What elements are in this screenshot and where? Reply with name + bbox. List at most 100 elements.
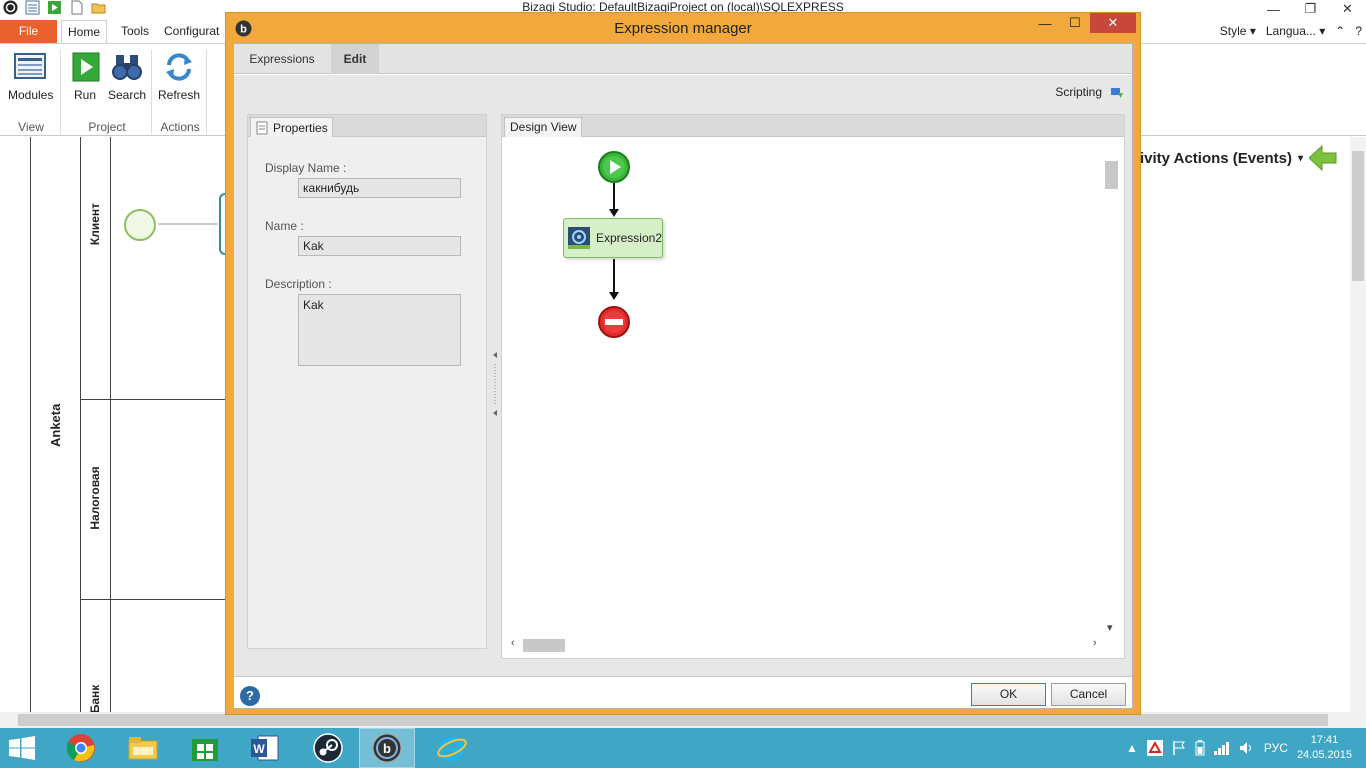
style-menu[interactable]: Style ▾	[1220, 24, 1256, 38]
dialog-close-button[interactable]: ✕	[1090, 13, 1136, 33]
help-icon[interactable]: ?	[1355, 24, 1362, 38]
tab-configuration[interactable]: Configurat	[164, 20, 234, 43]
scrollbar-thumb[interactable]	[18, 714, 1328, 726]
run-button[interactable]: Run	[70, 51, 100, 102]
scripting-button[interactable]: Scripting	[1055, 85, 1124, 99]
taskbar-word[interactable]: W	[237, 728, 293, 768]
scrollbar-thumb[interactable]	[523, 639, 565, 652]
search-button[interactable]: Search	[108, 51, 146, 102]
store-icon	[192, 739, 218, 761]
steam-icon	[313, 733, 343, 763]
dialog-body: Expressions Edit Scripting Properties Di…	[233, 43, 1133, 709]
flow-arrowhead	[609, 292, 619, 300]
expression-task[interactable]: Expression2	[563, 218, 663, 258]
refresh-label: Refresh	[158, 88, 201, 102]
lane-label-tax: Налоговая	[88, 466, 102, 530]
flow-end-event[interactable]	[597, 305, 631, 342]
back-arrow-icon[interactable]	[1309, 145, 1337, 171]
svg-text:b: b	[383, 741, 391, 756]
design-horizontal-scrollbar[interactable]: ‹ ›	[507, 637, 1103, 653]
dialog-tabs: Expressions Edit	[234, 44, 1132, 74]
tab-expressions[interactable]: Expressions	[234, 44, 330, 74]
tab-tools[interactable]: Tools	[114, 20, 156, 43]
taskbar-steam[interactable]	[300, 728, 356, 768]
scrollbar-thumb[interactable]	[1352, 151, 1364, 281]
group-actions-label: Actions	[160, 120, 200, 134]
panel-splitter[interactable]	[493, 114, 497, 649]
vertical-scrollbar[interactable]	[1350, 137, 1366, 712]
expression-manager-dialog: b Expression manager — ☐ ✕ Expressions E…	[225, 12, 1141, 715]
display-name-field[interactable]: какнибудь	[298, 178, 461, 198]
run-icon	[70, 51, 102, 83]
scripting-label: Scripting	[1055, 85, 1102, 99]
taskbar-chrome[interactable]	[53, 728, 109, 768]
style-label: Style	[1219, 24, 1247, 38]
close-button[interactable]: ✕	[1329, 0, 1366, 18]
pool-border	[30, 137, 31, 712]
help-button[interactable]: ?	[240, 686, 260, 706]
language-label: Langua...	[1265, 24, 1316, 38]
dialog-window-controls: — ☐ ✕	[1030, 13, 1136, 33]
clock-date: 24.05.2015	[1296, 749, 1352, 761]
clock[interactable]: 17:41 24.05.2015	[1297, 733, 1352, 763]
properties-tabbar: Properties	[248, 115, 486, 137]
dialog-maximize-button[interactable]: ☐	[1060, 13, 1090, 33]
language-indicator[interactable]: РУС	[1264, 741, 1288, 755]
design-vertical-scrollbar[interactable]: ▾	[1103, 141, 1119, 637]
flow-start-event[interactable]	[597, 150, 631, 187]
run-label: Run	[73, 88, 96, 102]
action-center-flag-icon[interactable]	[1172, 740, 1186, 756]
taskbar-bizagi[interactable]: b	[359, 728, 415, 768]
tab-edit[interactable]: Edit	[331, 44, 379, 74]
dialog-footer: ? OK Cancel	[234, 676, 1132, 708]
ribbon-right-menu: Style ▾ Langua... ▾ ⌃ ?	[1220, 24, 1366, 38]
windows-start-button[interactable]	[9, 736, 35, 763]
description-field[interactable]: Kak	[298, 294, 461, 366]
scroll-right-icon[interactable]: ›	[1093, 637, 1097, 649]
maximize-button[interactable]: ❐	[1292, 0, 1329, 18]
chrome-icon	[66, 734, 95, 762]
antivirus-icon[interactable]	[1146, 740, 1163, 756]
taskbar-internet-explorer[interactable]	[424, 728, 480, 768]
tab-file[interactable]: File	[0, 20, 57, 43]
scroll-down-icon[interactable]: ▾	[1107, 621, 1113, 634]
taskbar-store[interactable]	[177, 728, 233, 768]
network-signal-icon[interactable]	[1213, 741, 1230, 755]
language-menu[interactable]: Langua... ▾	[1266, 24, 1325, 38]
bizagi-studio-icon: b	[372, 733, 402, 763]
start-event[interactable]	[124, 209, 156, 241]
lane-label-client: Клиент	[88, 202, 102, 246]
scripting-icon	[1111, 88, 1123, 98]
display-name-label: Display Name :	[265, 161, 347, 175]
tab-design-view[interactable]: Design View	[504, 117, 583, 137]
description-label: Description :	[265, 277, 332, 291]
properties-tab-label: Properties	[273, 120, 328, 135]
tray-expand-icon[interactable]: ▲	[1126, 741, 1138, 755]
modules-icon	[14, 51, 46, 83]
ribbon-options-icon[interactable]: ⌃	[1335, 24, 1345, 38]
tab-properties[interactable]: Properties	[250, 117, 333, 137]
battery-icon[interactable]	[1195, 740, 1205, 756]
svg-text:W: W	[253, 742, 265, 756]
minimize-button[interactable]: —	[1255, 0, 1292, 18]
modules-button[interactable]: Modules	[8, 51, 53, 102]
design-view-tabbar: Design View	[502, 115, 1124, 137]
volume-icon[interactable]	[1239, 741, 1255, 755]
cancel-button[interactable]: Cancel	[1051, 683, 1126, 706]
tab-home[interactable]: Home	[61, 20, 107, 43]
ok-button[interactable]: OK	[971, 683, 1046, 706]
activity-actions-menu[interactable]: ivity Actions (Events) ▾	[1140, 145, 1337, 171]
refresh-button[interactable]: Refresh	[158, 51, 200, 102]
edit-tab-content: Scripting Properties Display Name : какн…	[234, 75, 1132, 676]
name-field[interactable]: Kak	[298, 236, 461, 256]
design-view-panel: Design View Expression2 ▾ ‹ ›	[501, 114, 1125, 659]
taskbar-file-explorer[interactable]	[115, 728, 171, 768]
scrollbar-thumb[interactable]	[1105, 161, 1118, 189]
lane-border	[110, 137, 111, 712]
dialog-minimize-button[interactable]: —	[1030, 13, 1060, 33]
properties-panel: Properties Display Name : какнибудь Name…	[247, 114, 487, 649]
pool-label: Anketa	[48, 403, 63, 447]
flow-connector	[613, 183, 615, 210]
scroll-left-icon[interactable]: ‹	[511, 637, 515, 649]
expression-gear-icon	[568, 227, 590, 249]
